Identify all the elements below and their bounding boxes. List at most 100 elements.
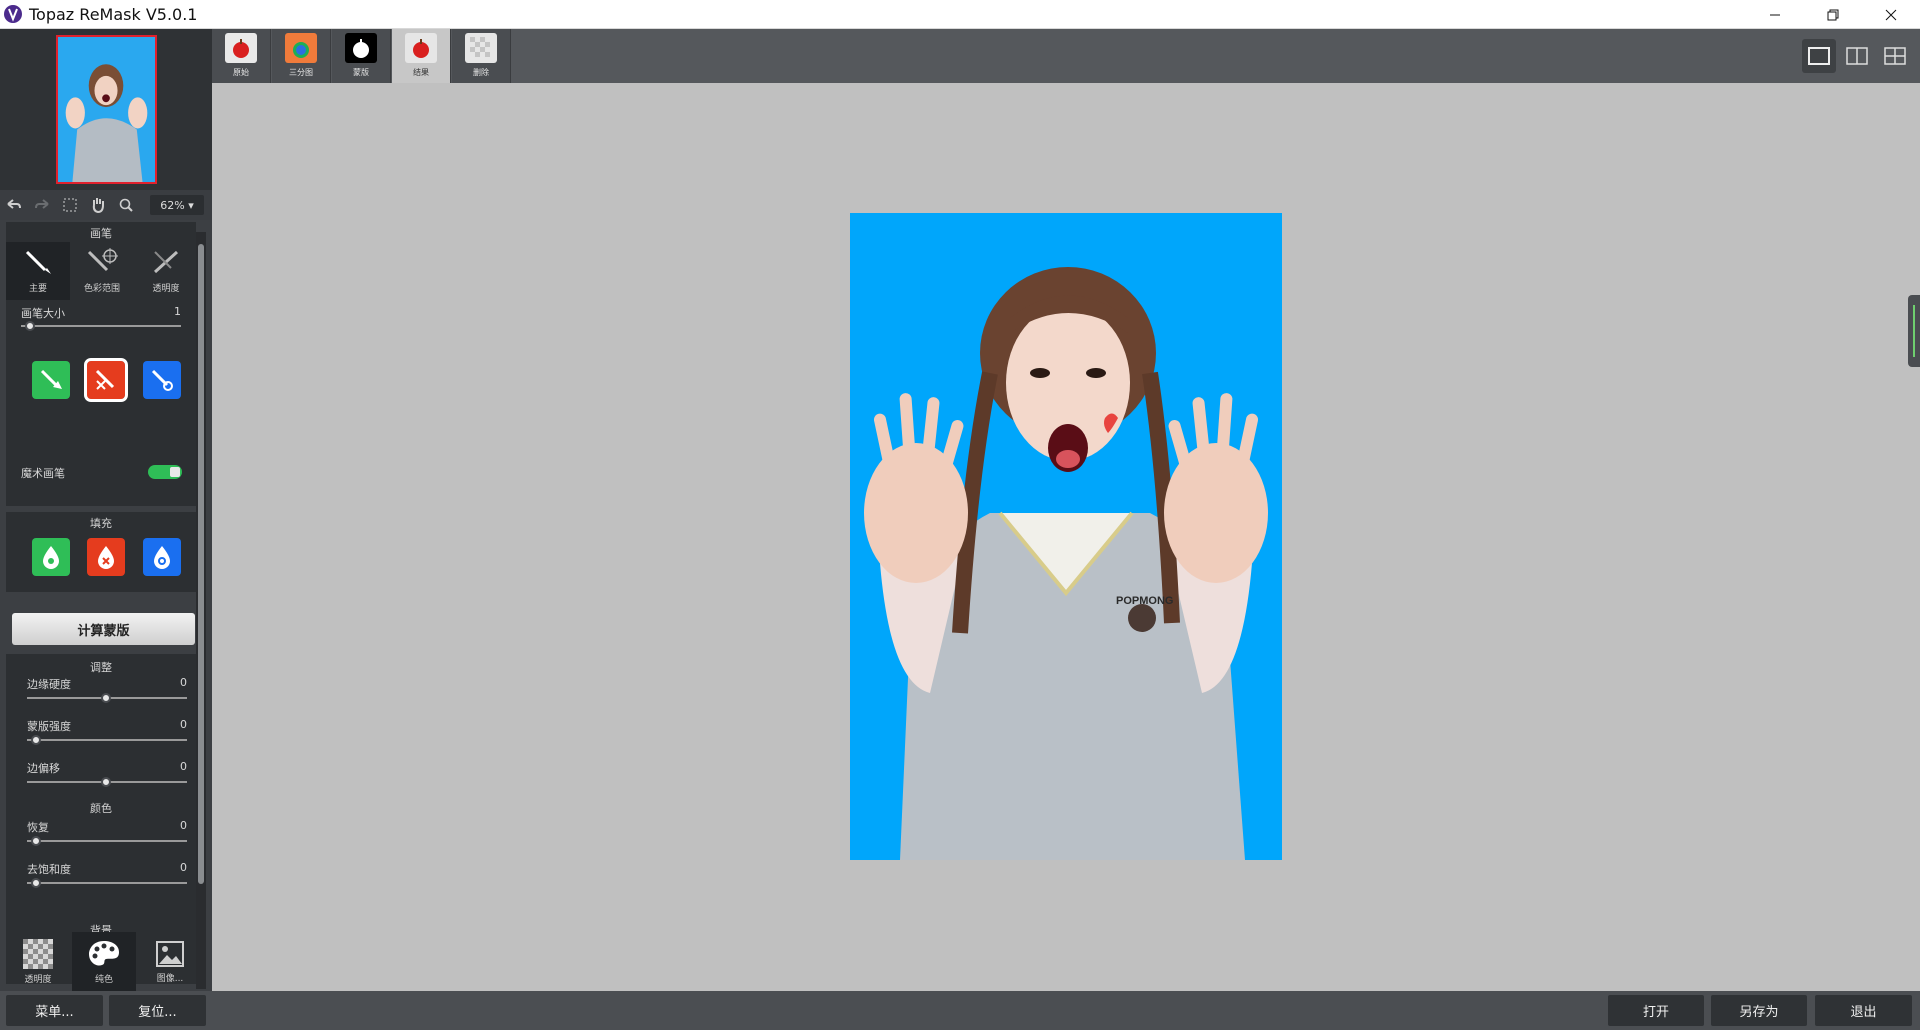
keep-brush-button[interactable] — [32, 361, 70, 399]
edge-hardness-value: 0 — [180, 676, 187, 689]
tab-original[interactable]: 原始 — [212, 29, 271, 83]
fill-keep-button[interactable] — [32, 538, 70, 576]
quad-view-button[interactable] — [1878, 39, 1912, 73]
edge-shift-row: 边偏移 0 — [27, 760, 187, 776]
view-tools: 62% ▾ — [0, 190, 212, 220]
apple-trimap-icon — [285, 33, 317, 63]
background-section: 透明度 纯色 图像... — [6, 932, 196, 991]
tab-result-label: 结果 — [413, 68, 429, 77]
brush-color-range-label: 色彩范围 — [83, 284, 120, 294]
redo-button[interactable] — [28, 193, 56, 217]
mask-strength-knob[interactable] — [31, 735, 41, 745]
desaturate-knob[interactable] — [31, 878, 41, 888]
edge-hardness-slider[interactable] — [27, 693, 187, 703]
brush-tile-transparency[interactable]: 透明度 — [134, 242, 198, 300]
brush-tile-color-range[interactable]: 色彩范围 — [70, 242, 134, 300]
mask-strength-value: 0 — [180, 718, 187, 731]
fill-compute-button[interactable] — [143, 538, 181, 576]
brush-size-slider[interactable] — [21, 321, 181, 331]
recover-slider[interactable] — [27, 836, 187, 846]
edge-shift-knob[interactable] — [101, 777, 111, 787]
bg-image-option[interactable]: 图像... — [138, 932, 202, 991]
desaturate-row: 去饱和度 0 — [27, 861, 187, 877]
tab-delete[interactable]: 删除 — [452, 29, 511, 83]
magic-brush-toggle[interactable] — [148, 465, 182, 479]
adjust-section-title: 调整 — [90, 661, 112, 674]
desaturate-label: 去饱和度 — [27, 863, 71, 876]
keep-brush-icon — [40, 369, 62, 389]
recover-knob[interactable] — [31, 836, 41, 846]
left-panel: 62% ▾ 画笔 主要 色彩范围 透明度 画笔大小 1 魔术画笔 填充 计算蒙版… — [0, 29, 212, 991]
edge-shift-slider[interactable] — [27, 777, 187, 787]
marquee-button[interactable] — [56, 193, 84, 217]
hand-icon — [92, 198, 104, 214]
compute-mask-button[interactable]: 计算蒙版 — [12, 613, 195, 645]
exit-button[interactable]: 退出 — [1815, 995, 1912, 1026]
save-as-button[interactable]: 另存为 — [1711, 995, 1807, 1026]
open-button[interactable]: 打开 — [1608, 995, 1704, 1026]
apple-mask-icon — [345, 33, 377, 63]
image-canvas[interactable]: POPMONG — [212, 83, 1920, 991]
brush-transparency-label: 透明度 — [152, 284, 180, 294]
bg-solid-color-label: 纯色 — [94, 975, 113, 985]
minimize-icon — [1770, 14, 1780, 15]
zoom-button[interactable] — [112, 193, 140, 217]
bg-solid-color-option[interactable]: 纯色 — [72, 932, 136, 991]
close-icon — [1885, 9, 1897, 20]
brush-icon — [25, 250, 51, 274]
reset-button[interactable]: 复位... — [109, 995, 206, 1026]
navigator-thumbnail[interactable] — [56, 35, 157, 184]
color-range-brush-icon — [87, 248, 118, 272]
mask-strength-row: 蒙版强度 0 — [27, 718, 187, 734]
edge-hardness-label: 边缘硬度 — [27, 678, 71, 691]
apple-red-icon — [225, 33, 257, 63]
shirt-print-text: POPMONG — [1116, 595, 1174, 607]
compute-brush-button[interactable] — [143, 361, 181, 399]
brush-main-label: 主要 — [28, 284, 47, 294]
brush-size-value: 1 — [174, 305, 181, 318]
tab-original-label: 原始 — [233, 68, 249, 77]
apple-result-icon — [405, 33, 437, 63]
result-photo[interactable]: POPMONG — [850, 213, 1282, 860]
view-tab-bar: 原始 三分图 蒙版 结果 删除 — [212, 29, 1920, 83]
single-view-button[interactable] — [1802, 39, 1836, 73]
hand-button[interactable] — [84, 193, 112, 217]
mask-strength-slider[interactable] — [27, 735, 187, 745]
title-bar: Topaz ReMask V5.0.1 — [0, 0, 1920, 29]
bg-transparent-option[interactable]: 透明度 — [6, 932, 70, 991]
desaturate-value: 0 — [180, 861, 187, 874]
brush-size-knob[interactable] — [25, 321, 35, 331]
panel-scrollbar[interactable] — [196, 232, 206, 989]
brush-section: 画笔 主要 色彩范围 透明度 画笔大小 1 魔术画笔 — [6, 222, 196, 506]
transparency-brush-icon — [153, 250, 179, 274]
redo-icon — [35, 199, 49, 209]
tab-trimap[interactable]: 三分图 — [272, 29, 331, 83]
checkerboard-icon — [23, 939, 53, 969]
image-icon — [156, 941, 184, 967]
fill-section-title: 填充 — [90, 517, 112, 530]
quad-view-icon — [1884, 47, 1906, 65]
edge-hardness-knob[interactable] — [101, 693, 111, 703]
undo-button[interactable] — [0, 193, 28, 217]
desaturate-slider[interactable] — [27, 878, 187, 888]
zoom-select[interactable]: 62% ▾ — [150, 195, 204, 215]
minimize-button[interactable] — [1746, 0, 1804, 29]
panel-scrollbar-thumb[interactable] — [198, 244, 204, 884]
tab-mask[interactable]: 蒙版 — [332, 29, 391, 83]
split-view-button[interactable] — [1840, 39, 1874, 73]
close-button[interactable] — [1862, 0, 1920, 29]
mask-strength-label: 蒙版强度 — [27, 720, 71, 733]
right-panel-handle[interactable] — [1908, 295, 1920, 367]
brush-tile-main[interactable]: 主要 — [6, 242, 70, 300]
drop-brush-button[interactable] — [84, 358, 128, 402]
restore-button[interactable] — [1804, 0, 1862, 29]
edge-shift-label: 边偏移 — [27, 762, 60, 775]
tab-mask-label: 蒙版 — [353, 68, 369, 77]
marquee-select-icon — [63, 198, 77, 212]
menu-button[interactable]: 菜单... — [6, 995, 103, 1026]
brush-section-title: 画笔 — [90, 227, 112, 240]
fill-drop-icon — [98, 546, 114, 569]
fill-drop-button[interactable] — [87, 538, 125, 576]
tab-result[interactable]: 结果 — [392, 29, 451, 83]
brush-size-row: 画笔大小 1 — [21, 305, 181, 321]
